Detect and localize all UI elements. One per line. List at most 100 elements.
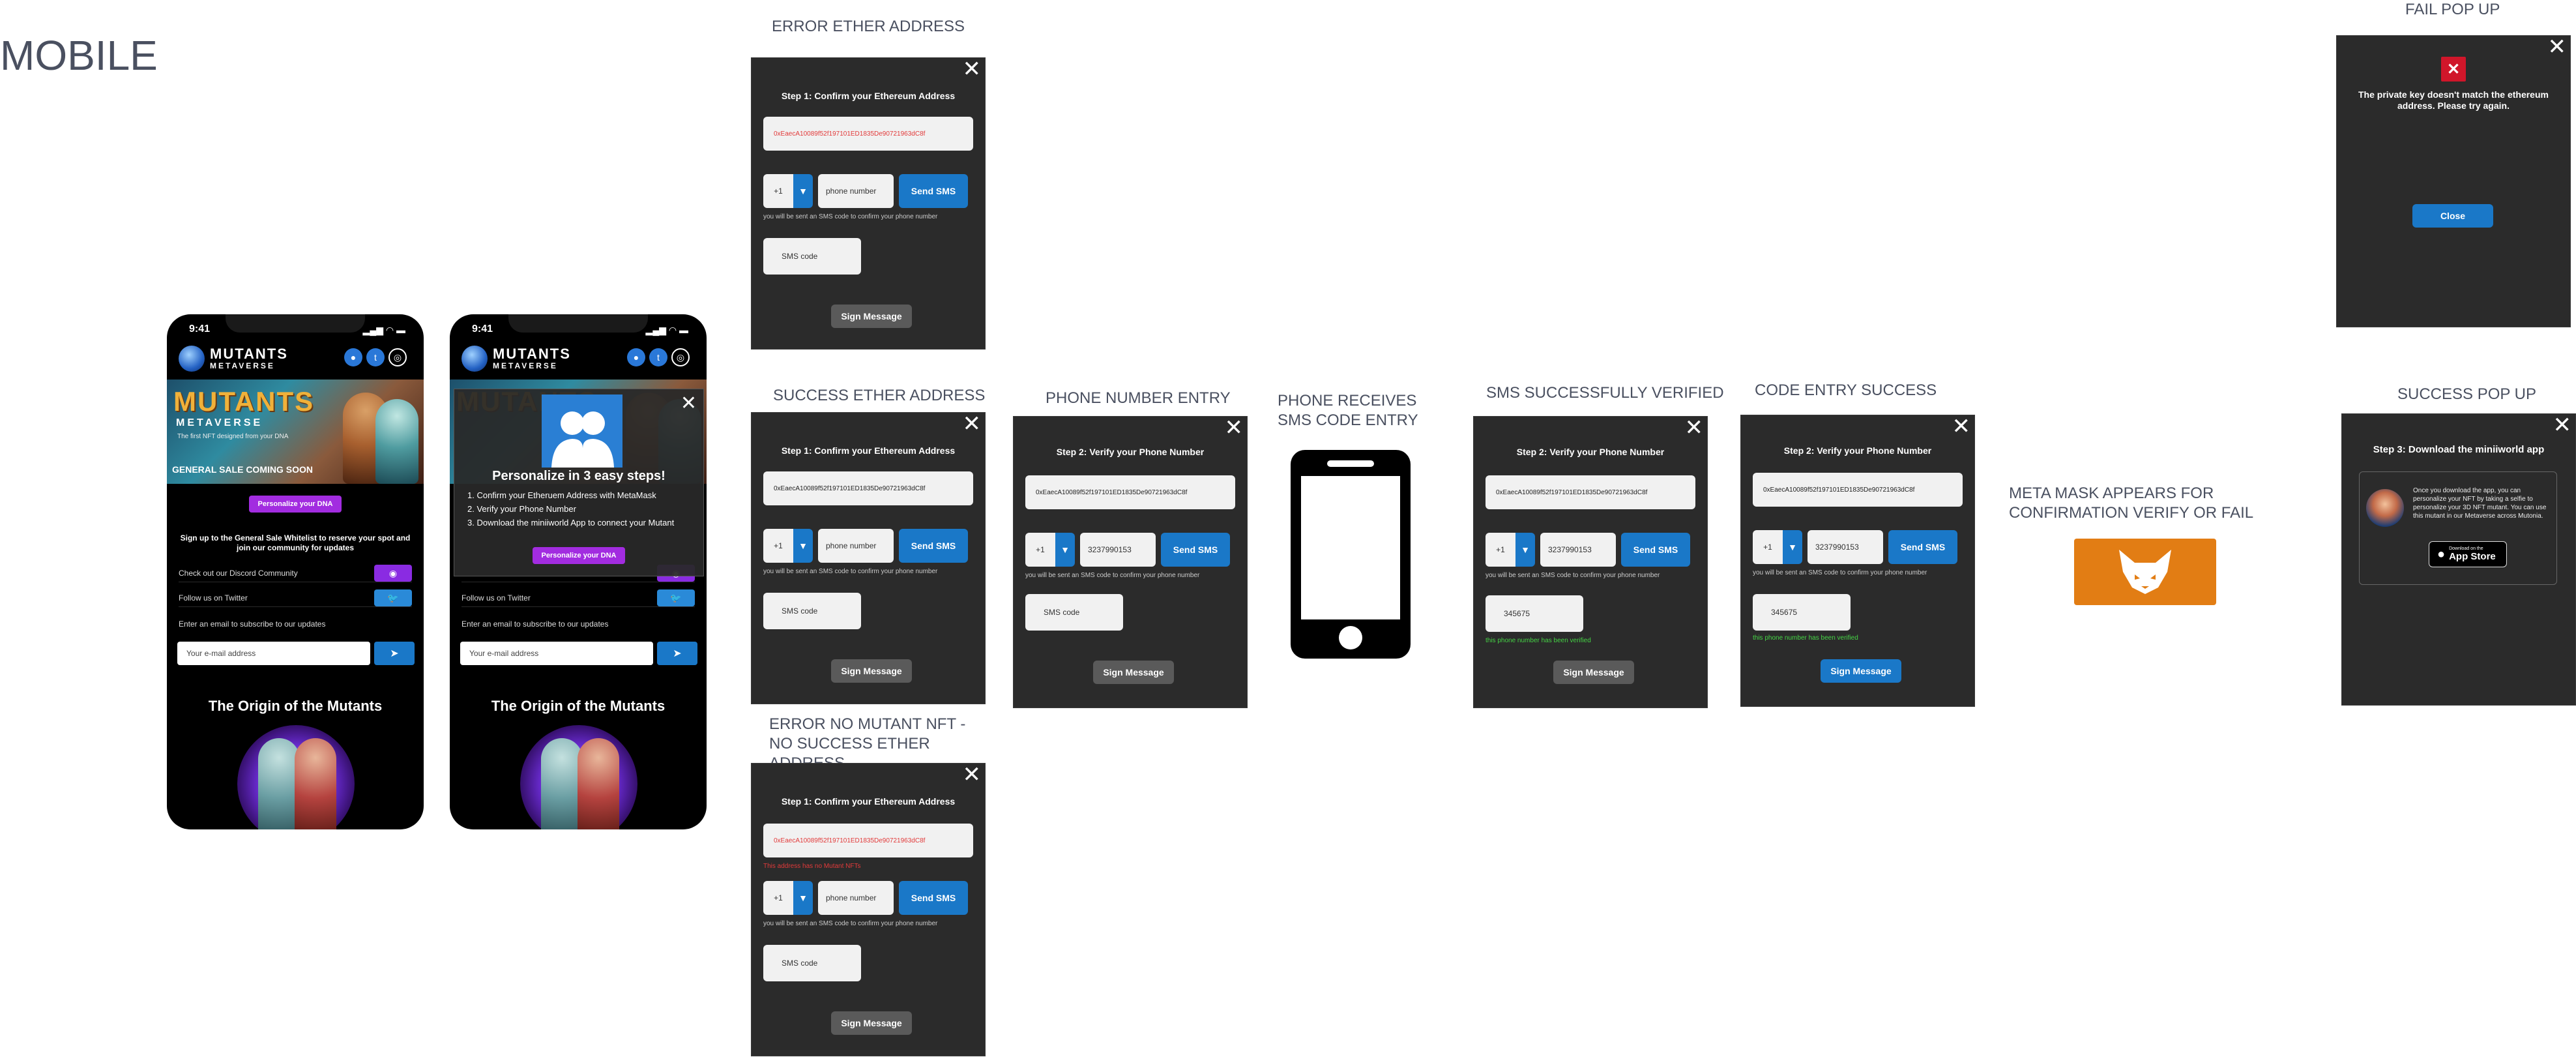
phone-number-input[interactable]: 3237990153 <box>1080 533 1156 567</box>
close-icon[interactable]: ✕ <box>1952 415 1971 438</box>
close-icon[interactable]: ✕ <box>1685 417 1704 439</box>
send-icon[interactable]: ➤ <box>657 642 697 665</box>
close-icon[interactable]: ✕ <box>963 413 982 435</box>
email-input[interactable]: Your e-mail address <box>177 642 370 665</box>
phone-mockup-overlay: 9:41 ▂▄▆ ◠ ▬ MUTANTS METAVERSE ● t ◎ MUT… <box>450 314 707 829</box>
brand-logo[interactable]: MUTANTS METAVERSE <box>461 344 571 373</box>
ether-address-input[interactable]: 0xEaecA10089f52f197101ED1835De90721963dC… <box>1753 473 1963 507</box>
chevron-down-icon[interactable]: ▼ <box>793 174 813 208</box>
discord-row: Check out our Discord Community ◉ <box>179 565 412 582</box>
settings-icon[interactable]: ◎ <box>671 348 690 366</box>
close-icon[interactable]: ✕ <box>1225 417 1244 439</box>
personalize-dna-button[interactable]: Personalize your DNA <box>533 547 625 564</box>
sms-hint: you will be sent an SMS code to confirm … <box>1753 569 1927 576</box>
send-icon[interactable]: ➤ <box>374 642 415 665</box>
discord-icon[interactable]: ● <box>344 348 362 366</box>
status-icons: ▂▄▆ ◠ ▬ <box>645 325 688 335</box>
chevron-down-icon[interactable]: ▼ <box>1515 533 1535 567</box>
sms-code-input[interactable]: SMS code <box>763 945 861 981</box>
country-code-select[interactable]: +1 ▼ <box>763 174 813 208</box>
dialog-title: Step 1: Confirm your Ethereum Address <box>781 445 956 456</box>
ether-address-input[interactable]: 0xEaecA10089f52f197101ED1835De90721963dC… <box>1025 475 1235 509</box>
sign-message-button[interactable]: Sign Message <box>831 659 912 683</box>
phone-number-input[interactable]: phone number <box>818 529 894 563</box>
twitter-icon[interactable]: t <box>649 348 667 366</box>
code-entry-dialog: ✕ Step 2: Verify your Phone Number 0xEae… <box>1740 415 1975 707</box>
ether-address-input[interactable]: 0xEaecA10089f52f197101ED1835De90721963dC… <box>1486 475 1695 509</box>
email-input[interactable]: Your e-mail address <box>460 642 653 665</box>
mutant-figure <box>578 738 619 829</box>
discord-button[interactable]: ◉ <box>374 565 412 582</box>
twitter-button[interactable]: 🐦 <box>657 589 695 606</box>
sign-message-button[interactable]: Sign Message <box>831 305 912 328</box>
country-code-value: +1 <box>763 529 793 563</box>
phone-entry-dialog: ✕ Step 2: Verify your Phone Number 0xEae… <box>1013 416 1248 708</box>
sign-message-button[interactable]: Sign Message <box>831 1011 912 1035</box>
modal-title: Personalize in 3 easy steps! <box>492 469 666 483</box>
close-icon[interactable]: ✕ <box>963 764 982 786</box>
personalize-dna-button[interactable]: Personalize your DNA <box>249 496 342 513</box>
metamask-fox-icon <box>2074 539 2216 605</box>
country-code-select[interactable]: +1 ▼ <box>1025 533 1075 567</box>
label-success-ether: SUCCESS ETHER ADDRESS <box>773 387 986 404</box>
sign-message-button[interactable]: Sign Message <box>1093 661 1174 684</box>
steps-list: 1. Confirm your Etheruem Address with Me… <box>467 488 674 529</box>
chevron-down-icon[interactable]: ▼ <box>793 529 813 563</box>
send-sms-button[interactable]: Send SMS <box>1621 533 1690 567</box>
ether-address-input[interactable]: 0xEaecA10089f52f197101ED1835De90721963dC… <box>763 471 973 505</box>
send-sms-button[interactable]: Send SMS <box>899 174 968 208</box>
discord-icon[interactable]: ● <box>627 348 645 366</box>
dialog-title: Step 3: Download the miniiworld app <box>2373 444 2545 455</box>
ether-address-input[interactable]: 0xEaecA10089f52f197101ED1835De90721963dC… <box>763 117 973 151</box>
country-code-select[interactable]: +1 ▼ <box>763 529 813 563</box>
send-sms-button[interactable]: Send SMS <box>1161 533 1230 567</box>
chevron-down-icon[interactable]: ▼ <box>793 881 813 915</box>
success-popup: ✕ Step 3: Download the miniiworld app On… <box>2341 413 2576 706</box>
label-sms-verified: SMS SUCCESSFULLY VERIFIED <box>1486 384 1724 402</box>
phone-number-input[interactable]: 3237990153 <box>1540 533 1616 567</box>
sms-hint: you will be sent an SMS code to confirm … <box>763 213 938 220</box>
apple-icon: ● <box>2437 546 2446 561</box>
country-code-select[interactable]: +1 ▼ <box>1486 533 1535 567</box>
sign-message-button[interactable]: Sign Message <box>1821 659 1901 683</box>
settings-icon[interactable]: ◎ <box>388 348 407 366</box>
twitter-row-label: Follow us on Twitter <box>461 593 531 603</box>
phone-notch <box>226 314 365 333</box>
close-icon[interactable]: ✕ <box>681 392 697 415</box>
mutant-figure <box>258 738 300 829</box>
send-sms-button[interactable]: Send SMS <box>899 881 968 915</box>
phone-number-input[interactable]: 3237990153 <box>1808 530 1883 564</box>
close-button[interactable]: Close <box>2412 204 2493 228</box>
phone-number-input[interactable]: phone number <box>818 881 894 915</box>
ether-address-input[interactable]: 0xEaecA10089f52f197101ED1835De90721963dC… <box>763 824 973 857</box>
app-description: Once you download the app, you can perso… <box>2413 487 2547 520</box>
brand-logo[interactable]: MUTANTS METAVERSE <box>179 344 288 373</box>
planet-logo-icon <box>461 346 488 372</box>
fail-message: The private key doesn't match the ethere… <box>2358 89 2549 111</box>
phone-number-input[interactable]: phone number <box>818 174 894 208</box>
twitter-row: Follow us on Twitter 🐦 <box>179 589 412 607</box>
close-icon[interactable]: ✕ <box>963 58 982 80</box>
close-icon[interactable]: ✕ <box>2553 414 2572 436</box>
sms-code-input[interactable]: 345675 <box>1753 594 1851 631</box>
brand-name-top: MUTANTS <box>210 346 288 362</box>
chevron-down-icon[interactable]: ▼ <box>1783 530 1802 564</box>
send-sms-button[interactable]: Send SMS <box>899 529 968 563</box>
close-icon[interactable]: ✕ <box>2548 36 2567 58</box>
sms-code-input[interactable]: 345675 <box>1486 595 1583 632</box>
country-code-select[interactable]: +1 ▼ <box>763 881 813 915</box>
hero-title: MUTANTS <box>173 386 315 417</box>
twitter-icon[interactable]: t <box>366 348 385 366</box>
chevron-down-icon[interactable]: ▼ <box>1055 533 1075 567</box>
twitter-button[interactable]: 🐦 <box>374 589 412 606</box>
app-store-button[interactable]: ● Download on the App Store <box>2429 541 2507 567</box>
step-item: 2. Verify your Phone Number <box>467 504 576 514</box>
country-code-select[interactable]: +1 ▼ <box>1753 530 1802 564</box>
sms-code-input[interactable]: SMS code <box>1025 594 1123 631</box>
sign-message-button[interactable]: Sign Message <box>1553 661 1634 684</box>
sms-code-input[interactable]: SMS code <box>763 593 861 629</box>
send-sms-button[interactable]: Send SMS <box>1888 530 1957 564</box>
dialog-title: Step 2: Verify your Phone Number <box>1783 445 1932 456</box>
dialog-title: Step 1: Confirm your Ethereum Address <box>781 91 956 101</box>
sms-code-input[interactable]: SMS code <box>763 238 861 275</box>
